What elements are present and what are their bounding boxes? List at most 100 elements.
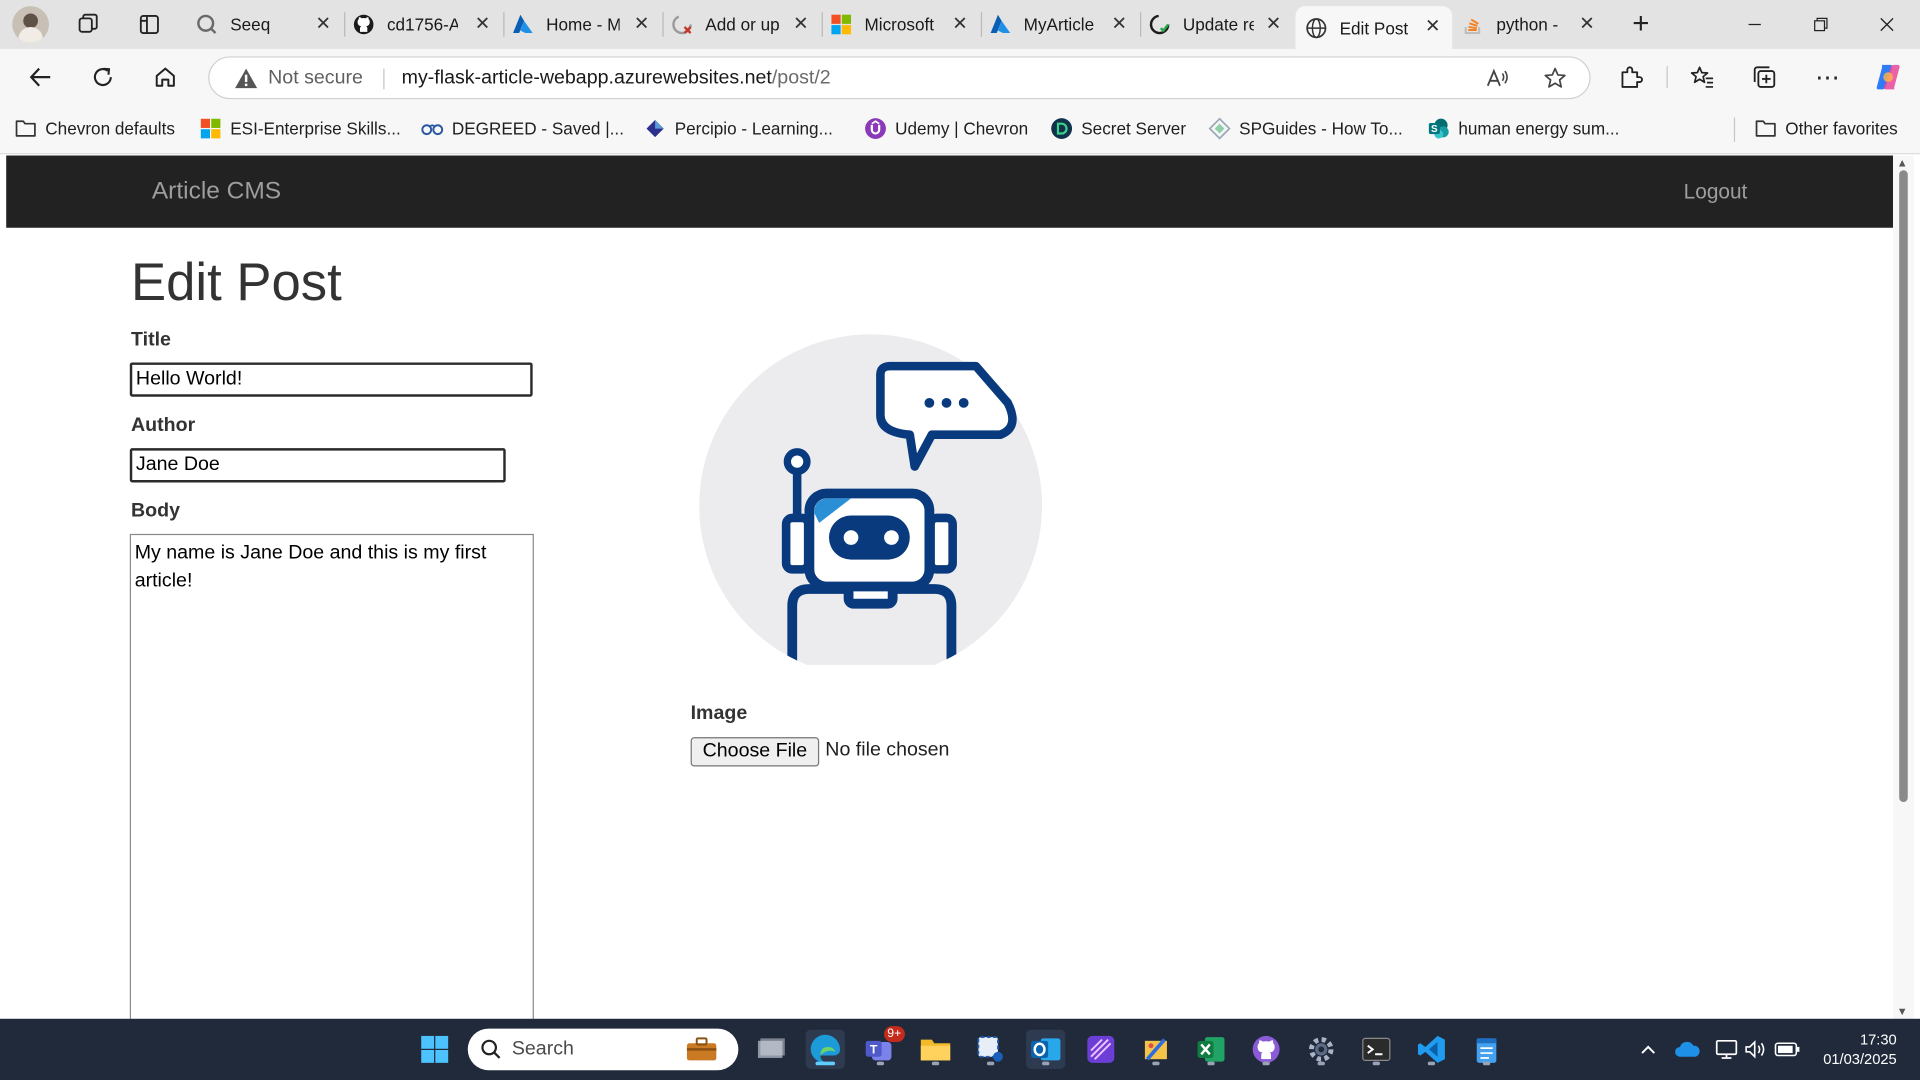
close-icon[interactable]: ✕ bbox=[1577, 14, 1597, 35]
favorite-star-icon[interactable] bbox=[1542, 66, 1569, 90]
body-textarea[interactable]: My name is Jane Doe and this is my first… bbox=[129, 533, 534, 1019]
vscode-icon[interactable] bbox=[1412, 1030, 1451, 1069]
profile-avatar[interactable] bbox=[12, 6, 49, 43]
tab-seeq[interactable]: Seeq ✕ bbox=[196, 6, 343, 43]
close-icon[interactable]: ✕ bbox=[632, 14, 652, 35]
home-icon[interactable] bbox=[146, 58, 185, 97]
back-arrow-icon[interactable] bbox=[21, 58, 60, 97]
scroll-up-arrow-icon[interactable]: ▲ bbox=[1897, 157, 1908, 169]
collections-icon[interactable] bbox=[1745, 58, 1784, 97]
tab-edit-post[interactable]: Edit Post ✕ bbox=[1295, 6, 1453, 49]
drawing-app-icon[interactable] bbox=[1136, 1030, 1175, 1069]
github-desktop-icon[interactable] bbox=[1247, 1030, 1286, 1069]
address-bar-row: Not secure my-flask-article-webapp.azure… bbox=[0, 48, 1920, 106]
bookmark-percipio[interactable]: Percipio - Learning... bbox=[644, 118, 833, 140]
edge-icon[interactable] bbox=[805, 1029, 845, 1069]
teams-icon[interactable]: T 9+ bbox=[861, 1026, 905, 1069]
azure-icon bbox=[989, 13, 1011, 35]
clock[interactable]: 17:30 01/03/2025 bbox=[1823, 1030, 1897, 1069]
settings-gear-icon[interactable] bbox=[1302, 1030, 1341, 1069]
logout-link[interactable]: Logout bbox=[1684, 180, 1748, 204]
bookmark-other-favorites[interactable]: Other favorites bbox=[1755, 118, 1898, 140]
task-view-icon[interactable] bbox=[751, 1030, 790, 1069]
restore-icon[interactable] bbox=[1788, 0, 1854, 49]
close-icon[interactable]: ✕ bbox=[791, 14, 811, 35]
file-explorer-icon[interactable] bbox=[916, 1030, 955, 1069]
more-options-icon[interactable]: ⋯ bbox=[1809, 58, 1848, 97]
tab-cd1756[interactable]: cd1756-A ✕ bbox=[353, 6, 502, 43]
vertical-tabs-icon[interactable] bbox=[122, 0, 176, 49]
copilot-icon[interactable] bbox=[1869, 58, 1908, 97]
battery-icon[interactable] bbox=[1768, 1030, 1807, 1069]
author-input[interactable] bbox=[129, 448, 506, 483]
bookmark-esi[interactable]: ESI-Enterprise Skills... bbox=[200, 118, 401, 140]
degreed-icon bbox=[421, 118, 444, 140]
notepad-icon[interactable] bbox=[1467, 1030, 1506, 1069]
extensions-icon[interactable] bbox=[1611, 58, 1650, 97]
azure-icon bbox=[512, 13, 534, 35]
minimize-icon[interactable] bbox=[1722, 0, 1788, 49]
tab-update[interactable]: Update re ✕ bbox=[1149, 6, 1293, 43]
read-aloud-icon[interactable] bbox=[1484, 66, 1511, 90]
bookmark-udemy[interactable]: Udemy | Chevron bbox=[864, 118, 1028, 140]
page-title: Edit Post bbox=[131, 253, 342, 313]
svg-text:S: S bbox=[1431, 124, 1438, 135]
close-icon[interactable]: ✕ bbox=[313, 14, 333, 35]
microsoft-icon bbox=[830, 13, 852, 35]
favorites-icon[interactable] bbox=[1682, 58, 1721, 97]
taskbar-search[interactable]: Search bbox=[467, 1028, 739, 1071]
globe-icon bbox=[1305, 17, 1327, 39]
warning-icon[interactable] bbox=[234, 67, 258, 95]
body-label: Body bbox=[131, 500, 181, 522]
refresh-icon[interactable] bbox=[83, 58, 122, 97]
bookmark-chevron-defaults[interactable]: Chevron defaults bbox=[15, 118, 175, 140]
window-close-icon[interactable] bbox=[1854, 0, 1920, 49]
tab-home[interactable]: Home - M ✕ bbox=[512, 6, 661, 43]
tab-python[interactable]: python - ✕ bbox=[1462, 6, 1606, 43]
scroll-down-arrow-icon[interactable]: ▼ bbox=[1897, 1005, 1908, 1017]
web-page: Article CMS Logout Edit Post Title Autho… bbox=[6, 155, 1894, 1019]
close-icon[interactable]: ✕ bbox=[473, 14, 493, 35]
close-icon[interactable]: ✕ bbox=[1109, 14, 1129, 35]
bookmark-label: Secret Server bbox=[1081, 118, 1187, 139]
windows-start-icon[interactable] bbox=[415, 1030, 454, 1069]
not-secure-label[interactable]: Not secure bbox=[268, 67, 363, 89]
tab-add-or-update[interactable]: Add or up ✕ bbox=[671, 6, 820, 43]
tab-myarticle[interactable]: MyArticle ✕ bbox=[989, 6, 1138, 43]
bookmark-human-energy[interactable]: S human energy sum... bbox=[1428, 118, 1619, 140]
post-image-robot bbox=[699, 334, 1043, 678]
bookmark-secret-server[interactable]: Secret Server bbox=[1051, 118, 1186, 140]
stackoverflow-icon bbox=[1462, 13, 1484, 35]
page-scrollbar[interactable]: ▲ ▼ bbox=[1893, 155, 1914, 1019]
excel-icon[interactable] bbox=[1191, 1030, 1230, 1069]
snipping-tool-icon[interactable] bbox=[971, 1030, 1010, 1069]
onedrive-icon[interactable] bbox=[1668, 1030, 1707, 1069]
address-bar[interactable]: Not secure my-flask-article-webapp.azure… bbox=[208, 56, 1591, 100]
title-label: Title bbox=[131, 329, 171, 351]
chevron-up-icon[interactable] bbox=[1629, 1030, 1668, 1069]
url-text[interactable]: my-flask-article-webapp.azurewebsites.ne… bbox=[402, 67, 831, 89]
terminal-icon[interactable] bbox=[1357, 1030, 1396, 1069]
workspaces-icon[interactable] bbox=[61, 0, 115, 49]
close-icon[interactable]: ✕ bbox=[1423, 17, 1443, 37]
windows-taskbar: Search T 9+ 17:30 01/03/2025 bbox=[0, 1018, 1920, 1080]
spguides-icon bbox=[1208, 117, 1231, 140]
close-icon[interactable]: ✕ bbox=[1264, 14, 1284, 35]
tab-microsoft[interactable]: Microsoft ✕ bbox=[830, 6, 979, 43]
sharepoint-icon: S bbox=[1428, 118, 1450, 140]
scroll-thumb[interactable] bbox=[1899, 170, 1908, 803]
tab-strip: Seeq ✕ cd1756-A ✕ Home - M ✕ Add or up ✕… bbox=[0, 0, 1920, 49]
choose-file-button[interactable]: Choose File bbox=[690, 737, 820, 767]
new-tab-plus-icon[interactable]: + bbox=[1614, 0, 1668, 49]
title-input[interactable] bbox=[129, 362, 533, 397]
percipio-icon bbox=[644, 118, 666, 140]
outlook-icon[interactable] bbox=[1026, 1029, 1066, 1069]
bookmark-spguides[interactable]: SPGuides - How To... bbox=[1208, 117, 1403, 140]
wavy-app-icon[interactable] bbox=[1081, 1030, 1120, 1069]
bookmark-degreed[interactable]: DEGREED - Saved |... bbox=[421, 118, 624, 140]
bookmark-label: ESI-Enterprise Skills... bbox=[230, 118, 401, 139]
close-icon[interactable]: ✕ bbox=[950, 14, 970, 35]
brand-link[interactable]: Article CMS bbox=[152, 178, 281, 206]
github-loading-icon bbox=[671, 13, 693, 35]
author-label: Author bbox=[131, 415, 196, 436]
